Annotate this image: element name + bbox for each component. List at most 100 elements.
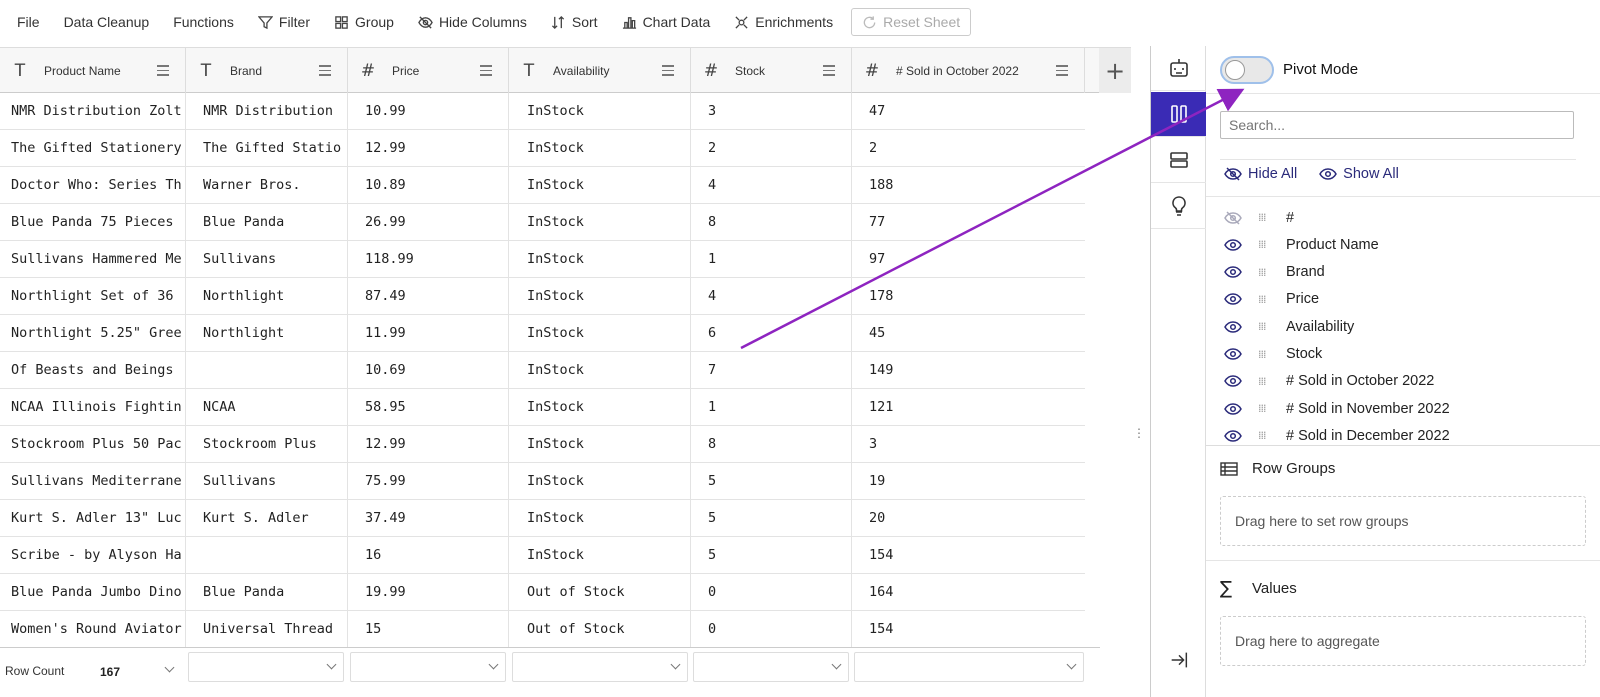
- table-cell[interactable]: 8: [691, 426, 852, 462]
- table-cell[interactable]: 19.99: [348, 574, 509, 610]
- table-cell[interactable]: 45: [852, 315, 1085, 351]
- drag-grip-icon[interactable]: ⁞⁞⁞: [1258, 320, 1272, 333]
- table-cell[interactable]: 8: [691, 204, 852, 240]
- table-cell[interactable]: InStock: [509, 352, 691, 388]
- table-cell[interactable]: 12.99: [348, 426, 509, 462]
- column-list-item[interactable]: ⁞⁞⁞ # Sold in October 2022: [1224, 368, 1434, 395]
- row-count-cell[interactable]: Row Count 167: [0, 652, 182, 682]
- table-cell[interactable]: 0: [691, 574, 852, 610]
- table-cell[interactable]: 154: [852, 537, 1085, 573]
- table-cell[interactable]: Stockroom Plus 50 Pac: [0, 426, 186, 462]
- table-cell[interactable]: Out of Stock: [509, 574, 691, 610]
- table-cell[interactable]: InStock: [509, 278, 691, 314]
- table-row[interactable]: Blue Panda 75 Pieces Blue Panda 26.99 InSt…: [0, 204, 1085, 241]
- table-cell[interactable]: 2: [852, 130, 1085, 166]
- table-cell[interactable]: Universal Thread: [186, 611, 348, 647]
- table-cell[interactable]: 10.99: [348, 93, 509, 129]
- table-cell[interactable]: InStock: [509, 426, 691, 462]
- table-cell[interactable]: Blue Panda: [186, 574, 348, 610]
- table-cell[interactable]: 16: [348, 537, 509, 573]
- table-cell[interactable]: Stockroom Plus: [186, 426, 348, 462]
- table-cell[interactable]: Blue Panda: [186, 204, 348, 240]
- table-cell[interactable]: 75.99: [348, 463, 509, 499]
- table-row[interactable]: Northlight 5.25" Gree Northlight 11.99 InSt…: [0, 315, 1085, 352]
- table-cell[interactable]: 4: [691, 278, 852, 314]
- table-cell[interactable]: 154: [852, 611, 1085, 647]
- panel-resize-handle[interactable]: ⋮⋮: [1133, 427, 1157, 446]
- rows-panel-button[interactable]: [1151, 138, 1206, 183]
- sort-button[interactable]: Sort: [551, 8, 598, 36]
- table-cell[interactable]: 178: [852, 278, 1085, 314]
- values-dropzone[interactable]: Drag here to aggregate: [1220, 616, 1586, 666]
- table-cell[interactable]: [186, 352, 348, 388]
- filter-button[interactable]: Filter: [257, 8, 310, 36]
- column-menu-icon[interactable]: [662, 62, 674, 76]
- footer-aggregate-availability[interactable]: [512, 652, 688, 682]
- table-cell[interactable]: 3: [852, 426, 1085, 462]
- table-cell[interactable]: InStock: [509, 241, 691, 277]
- footer-aggregate-price[interactable]: [350, 652, 506, 682]
- ai-assistant-button[interactable]: [1151, 46, 1206, 91]
- show-all-button[interactable]: Show All: [1319, 166, 1399, 182]
- table-row[interactable]: NCAA Illinois Fightin NCAA 58.95 InStock 1 12…: [0, 389, 1085, 426]
- data-cleanup-menu[interactable]: Data Cleanup: [64, 8, 150, 36]
- table-row[interactable]: Of Beasts and Beings 10.69 InStock 7 149: [0, 352, 1085, 389]
- hide-all-button[interactable]: Hide All: [1224, 166, 1297, 182]
- collapse-panel-button[interactable]: [1151, 645, 1206, 675]
- table-cell[interactable]: 6: [691, 315, 852, 351]
- group-button[interactable]: Group: [334, 8, 394, 36]
- eye-icon[interactable]: [1224, 292, 1242, 306]
- table-cell[interactable]: Warner Bros.: [186, 167, 348, 203]
- table-cell[interactable]: 5: [691, 537, 852, 573]
- column-list-item[interactable]: ⁞⁞⁞ Brand: [1224, 259, 1325, 286]
- table-cell[interactable]: Women's Round Aviator: [0, 611, 186, 647]
- table-cell[interactable]: 0: [691, 611, 852, 647]
- table-cell[interactable]: Northlight Set of 36: [0, 278, 186, 314]
- table-cell[interactable]: 149: [852, 352, 1085, 388]
- table-cell[interactable]: 2: [691, 130, 852, 166]
- add-column-button[interactable]: +: [1099, 47, 1131, 93]
- table-cell[interactable]: The Gifted Statio: [186, 130, 348, 166]
- table-cell[interactable]: 118.99: [348, 241, 509, 277]
- table-cell[interactable]: Blue Panda 75 Pieces: [0, 204, 186, 240]
- table-row[interactable]: NMR Distribution Zolt NMR Distribution 10.…: [0, 93, 1085, 130]
- table-cell[interactable]: NCAA: [186, 389, 348, 425]
- column-list-item[interactable]: ⁞⁞⁞ #: [1224, 204, 1294, 231]
- table-cell[interactable]: InStock: [509, 389, 691, 425]
- table-cell[interactable]: 10.89: [348, 167, 509, 203]
- column-menu-icon[interactable]: [480, 62, 492, 76]
- eye-icon[interactable]: [1224, 347, 1242, 361]
- table-cell[interactable]: Sullivans Hammered Me: [0, 241, 186, 277]
- footer-aggregate-stock[interactable]: [693, 652, 849, 682]
- table-cell[interactable]: 1: [691, 389, 852, 425]
- columns-panel-button[interactable]: [1151, 92, 1206, 137]
- hide-columns-button[interactable]: Hide Columns: [418, 8, 527, 36]
- functions-menu[interactable]: Functions: [173, 8, 234, 36]
- row-groups-dropzone[interactable]: Drag here to set row groups: [1220, 496, 1586, 546]
- column-list-item[interactable]: ⁞⁞⁞ Product Name: [1224, 231, 1379, 258]
- table-row[interactable]: Northlight Set of 36 Northlight 87.49 InSt…: [0, 278, 1085, 315]
- column-menu-icon[interactable]: [157, 62, 169, 76]
- drag-grip-icon[interactable]: ⁞⁞⁞: [1258, 429, 1272, 442]
- table-row[interactable]: Women's Round Aviator Universal Thread 15 O…: [0, 611, 1085, 648]
- eye-icon[interactable]: [1224, 320, 1242, 334]
- file-menu[interactable]: File: [17, 8, 40, 36]
- table-row[interactable]: Scribe - by Alyson Ha 16 InStock 5 154: [0, 537, 1085, 574]
- table-cell[interactable]: Northlight: [186, 315, 348, 351]
- column-list-item[interactable]: ⁞⁞⁞ Availability: [1224, 313, 1354, 340]
- table-cell[interactable]: InStock: [509, 537, 691, 573]
- enrichments-button[interactable]: Enrichments: [734, 8, 833, 36]
- table-row[interactable]: Doctor Who: Series Th Warner Bros. 10.89 In…: [0, 167, 1085, 204]
- column-menu-icon[interactable]: [319, 62, 331, 76]
- table-cell[interactable]: Scribe - by Alyson Ha: [0, 537, 186, 573]
- table-row[interactable]: Sullivans Mediterrane Sullivans 75.99 InSto…: [0, 463, 1085, 500]
- header-price[interactable]: # Price: [348, 48, 509, 93]
- table-cell[interactable]: 19: [852, 463, 1085, 499]
- drag-grip-icon[interactable]: ⁞⁞⁞: [1258, 293, 1272, 306]
- table-cell[interactable]: InStock: [509, 93, 691, 129]
- header-sold-october[interactable]: # # Sold in October 2022: [852, 48, 1085, 93]
- table-cell[interactable]: 5: [691, 463, 852, 499]
- table-cell[interactable]: InStock: [509, 167, 691, 203]
- column-search-input[interactable]: [1220, 111, 1574, 139]
- footer-aggregate-brand[interactable]: [188, 652, 344, 682]
